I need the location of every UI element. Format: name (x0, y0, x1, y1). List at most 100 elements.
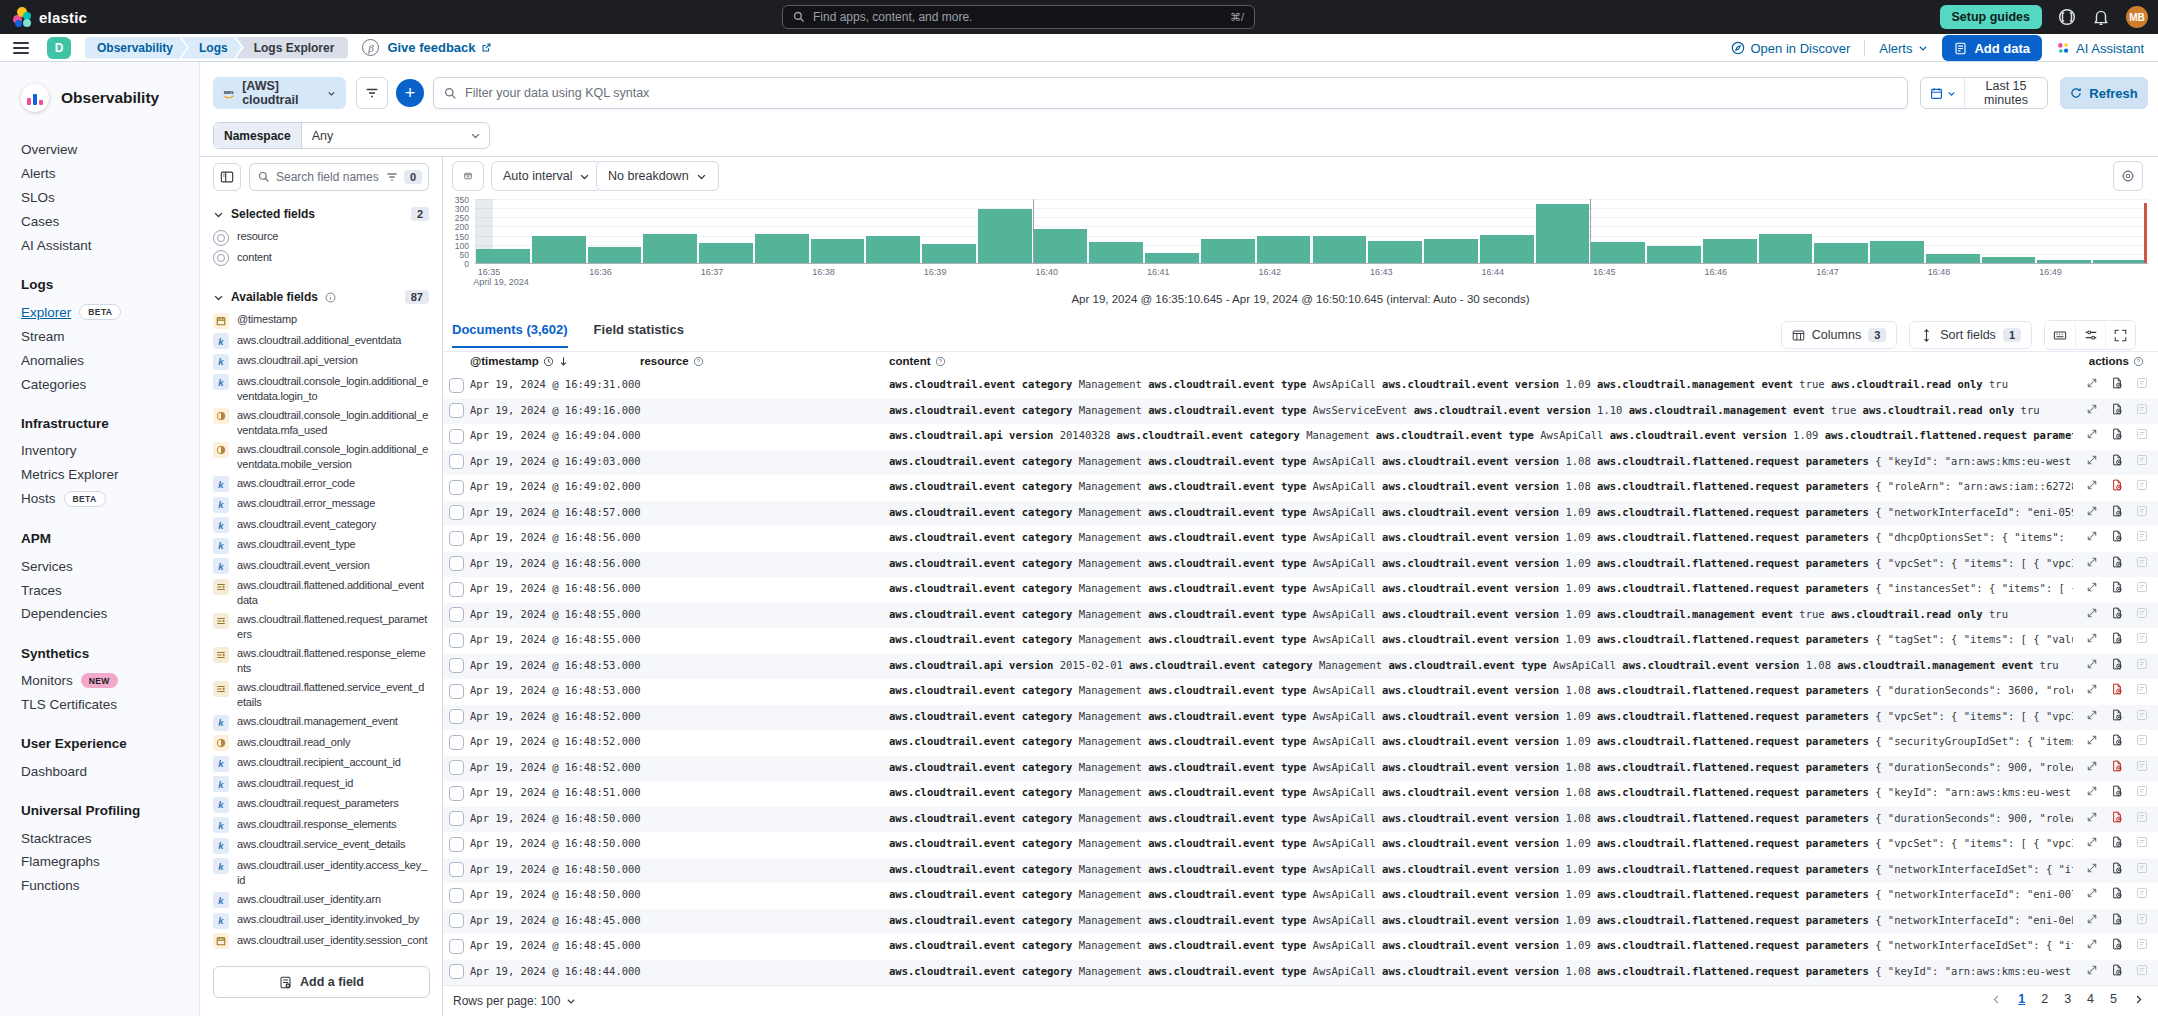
kql-search-input[interactable]: Filter your data using KQL syntax (433, 77, 1908, 109)
field-item[interactable]: aws.cloudtrail.user_identity.session_con… (213, 931, 429, 951)
alerts-dropdown[interactable]: Alerts (1879, 41, 1928, 56)
ai-assistant-link[interactable]: AI Assistant (2056, 41, 2144, 56)
histogram-bar[interactable] (1034, 229, 1088, 263)
histogram-bar[interactable] (532, 236, 586, 263)
project-badge[interactable]: D (47, 37, 71, 59)
namespace-select[interactable]: Namespace Any (213, 122, 490, 149)
sidebar-item-anomalies[interactable]: Anomalies (21, 348, 199, 372)
breakdown-dropdown[interactable]: No breakdown (596, 161, 719, 191)
row-checkbox[interactable] (449, 556, 464, 571)
degraded-doc-icon[interactable] (2111, 556, 2123, 568)
row-checkbox[interactable] (449, 633, 464, 648)
row-checkbox[interactable] (449, 888, 464, 903)
degraded-doc-icon[interactable] (2111, 734, 2123, 746)
expand-row-icon[interactable] (2086, 836, 2098, 848)
field-item[interactable]: kaws.cloudtrail.additional_eventdata (213, 331, 429, 352)
row-checkbox[interactable] (449, 582, 464, 597)
pagination-page-3[interactable]: 3 (2064, 992, 2071, 1006)
histogram-bar[interactable] (1703, 239, 1757, 263)
expand-row-icon[interactable] (2086, 862, 2098, 874)
expand-row-icon[interactable] (2086, 505, 2098, 517)
histogram-bar[interactable] (1089, 242, 1143, 263)
histogram-bar[interactable] (978, 209, 1032, 263)
expand-row-icon[interactable] (2086, 709, 2098, 721)
degraded-doc-icon-alert[interactable] (2111, 811, 2123, 823)
expand-row-icon[interactable] (2086, 734, 2098, 746)
available-fields-header[interactable]: Available fields 87 (213, 290, 429, 304)
field-item[interactable]: aws.cloudtrail.console_login.additional_… (213, 406, 429, 440)
columns-button[interactable]: Columns 3 (1781, 321, 1897, 349)
row-checkbox[interactable] (449, 684, 464, 699)
pagination-prev[interactable] (1991, 994, 2002, 1005)
histogram-bar[interactable] (1870, 241, 1924, 263)
sidebar-item-hosts[interactable]: HostsBETA (21, 487, 199, 512)
documents-histogram[interactable]: 05010015020025030035016:35April 19, 2024… (443, 195, 2158, 318)
sidebar-item-stream[interactable]: Stream (21, 325, 199, 349)
histogram-bar[interactable] (1368, 241, 1422, 263)
degraded-doc-icon[interactable] (2111, 709, 2123, 721)
column-header-resource[interactable]: resource (640, 355, 704, 367)
row-checkbox[interactable] (449, 658, 464, 673)
field-item[interactable]: kaws.cloudtrail.event_category (213, 515, 429, 536)
refresh-button[interactable]: Refresh (2060, 77, 2148, 109)
degraded-doc-icon[interactable] (2111, 632, 2123, 644)
expand-row-icon[interactable] (2086, 479, 2098, 491)
expand-row-icon[interactable] (2086, 785, 2098, 797)
row-checkbox[interactable] (449, 760, 464, 775)
breadcrumb-logs[interactable]: Logs (181, 37, 242, 59)
column-header-actions[interactable]: actions (2089, 355, 2144, 367)
row-checkbox[interactable] (449, 811, 464, 826)
expand-row-icon[interactable] (2086, 556, 2098, 568)
row-checkbox[interactable] (449, 607, 464, 622)
field-item[interactable]: kaws.cloudtrail.event_version (213, 556, 429, 577)
menu-icon[interactable] (13, 42, 29, 54)
field-search-input[interactable]: Search field names 0 (249, 163, 429, 191)
time-range-picker[interactable]: Last 15 minutes (1920, 77, 2048, 109)
histogram-bar[interactable] (866, 236, 920, 263)
row-checkbox[interactable] (449, 403, 464, 418)
sidebar-item-slos[interactable]: SLOs (21, 186, 199, 210)
degraded-doc-icon-alert[interactable] (2111, 683, 2123, 695)
expand-row-icon[interactable] (2086, 403, 2098, 415)
histogram-bar[interactable] (1814, 243, 1868, 263)
notifications-icon[interactable] (2092, 8, 2110, 26)
histogram-bar[interactable] (811, 239, 865, 263)
pagination-next[interactable] (2133, 994, 2144, 1005)
row-checkbox[interactable] (449, 735, 464, 750)
give-feedback-link[interactable]: Give feedback (387, 40, 491, 55)
degraded-doc-icon[interactable] (2111, 403, 2123, 415)
histogram-bar[interactable] (588, 247, 642, 263)
sidebar-item-alerts[interactable]: Alerts (21, 162, 199, 186)
sidebar-item-categories[interactable]: Categories (21, 372, 199, 396)
sidebar-item-flamegraphs[interactable]: Flamegraphs (21, 850, 199, 874)
sidebar-item-dependencies[interactable]: Dependencies (21, 602, 199, 626)
global-search-input[interactable]: Find apps, content, and more. ⌘/ (782, 5, 1255, 29)
histogram-bar[interactable] (1926, 254, 1980, 263)
sidebar-item-explorer[interactable]: ExplorerBETA (21, 300, 199, 325)
histogram-bar[interactable] (1480, 235, 1534, 263)
expand-row-icon[interactable] (2086, 760, 2098, 772)
histogram-bar[interactable] (2037, 260, 2091, 263)
field-item[interactable]: kaws.cloudtrail.management_event (213, 712, 429, 733)
field-item[interactable]: kaws.cloudtrail.user_identity.access_key… (213, 856, 429, 890)
display-options-button[interactable] (2075, 321, 2105, 349)
selected-fields-header[interactable]: Selected fields 2 (213, 207, 429, 221)
sidebar-item-traces[interactable]: Traces (21, 578, 199, 602)
field-item[interactable]: kaws.cloudtrail.response_elements (213, 815, 429, 836)
histogram-bar[interactable] (1536, 204, 1590, 263)
sidebar-item-tls-certificates[interactable]: TLS Certificates (21, 693, 199, 717)
expand-row-icon[interactable] (2086, 454, 2098, 466)
histogram-bar[interactable] (1201, 239, 1255, 263)
tab-field-statistics[interactable]: Field statistics (594, 322, 684, 348)
expand-row-icon[interactable] (2086, 913, 2098, 925)
setup-guides-button[interactable]: Setup guides (1940, 5, 2042, 29)
degraded-doc-icon[interactable] (2111, 938, 2123, 950)
column-header-content[interactable]: content (889, 355, 946, 367)
field-item[interactable]: kaws.cloudtrail.api_version (213, 351, 429, 372)
sidebar-item-cases[interactable]: Cases (21, 209, 199, 233)
add-data-button[interactable]: Add data (1942, 35, 2042, 61)
histogram-bar[interactable] (1145, 253, 1199, 263)
row-checkbox[interactable] (449, 531, 464, 546)
degraded-doc-icon[interactable] (2111, 530, 2123, 542)
sidebar-item-functions[interactable]: Functions (21, 874, 199, 898)
